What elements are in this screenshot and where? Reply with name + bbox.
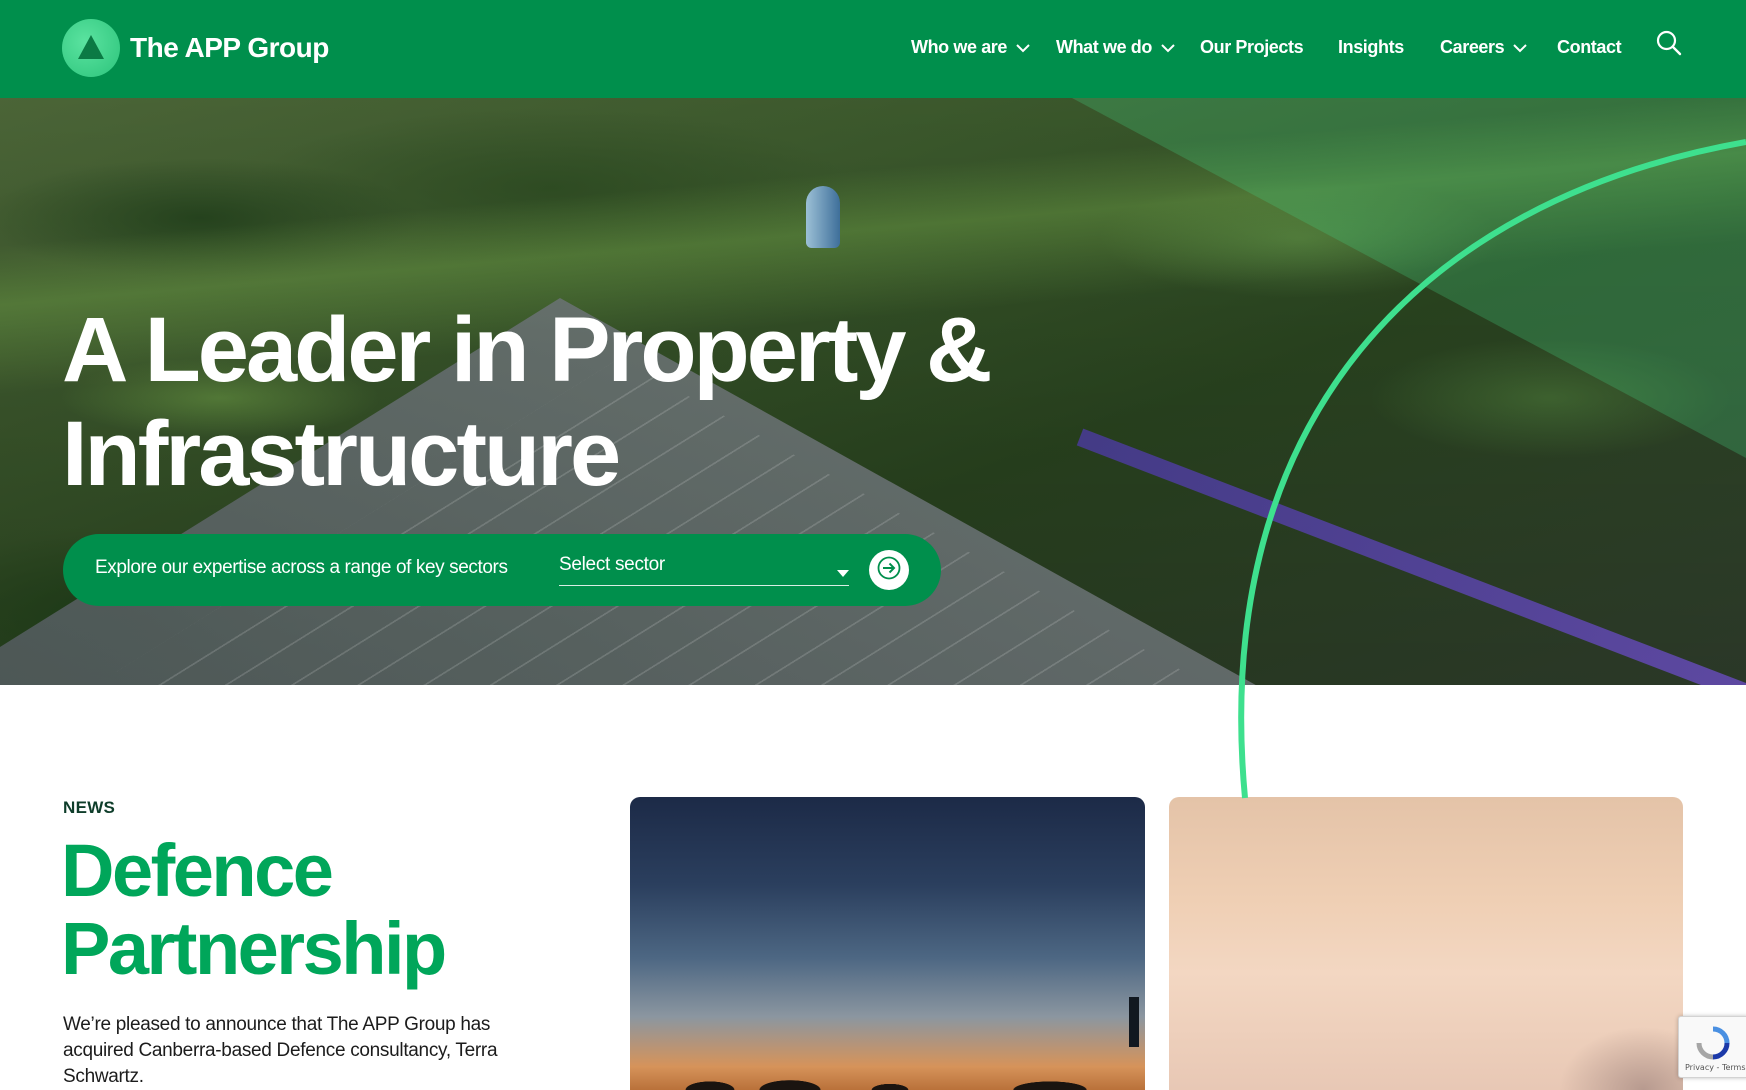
news-title-line2: Partnership bbox=[61, 907, 447, 990]
logo-text: The APP Group bbox=[130, 32, 329, 63]
sector-prompt: Explore our expertise across a range of … bbox=[95, 557, 508, 578]
nav-label: What we do bbox=[1056, 37, 1152, 57]
logo[interactable]: The APP Group bbox=[62, 18, 329, 78]
hero-title-line1: A Leader in Property & bbox=[62, 299, 993, 401]
recaptcha-badge[interactable]: Privacy - Terms bbox=[1678, 1016, 1746, 1078]
sector-select[interactable]: Select sector bbox=[559, 550, 849, 586]
arrow-right-icon bbox=[877, 556, 901, 585]
nav-insights[interactable]: Insights bbox=[1338, 37, 1404, 58]
nav-label: Contact bbox=[1557, 37, 1622, 57]
news-card-image-sky[interactable] bbox=[1169, 797, 1683, 1090]
nav-label: Careers bbox=[1440, 37, 1505, 57]
nav-careers[interactable]: Careers bbox=[1440, 37, 1527, 58]
tree-silhouette bbox=[630, 1056, 1145, 1090]
recaptcha-text[interactable]: Privacy - Terms bbox=[1685, 1063, 1746, 1072]
chevron-down-icon bbox=[1161, 37, 1175, 58]
sector-go-button[interactable] bbox=[869, 550, 909, 590]
logo-mark-icon bbox=[62, 19, 120, 77]
sector-selector-bar: Explore our expertise across a range of … bbox=[63, 534, 941, 606]
news-body: We’re pleased to announce that The APP G… bbox=[63, 1014, 498, 1087]
recaptcha-icon bbox=[1695, 1025, 1731, 1066]
hero-title-line2: Infrastructure bbox=[62, 403, 621, 505]
caret-down-icon bbox=[837, 564, 849, 582]
nav-label: Who we are bbox=[911, 37, 1008, 57]
news-eyebrow: NEWS bbox=[63, 798, 116, 817]
nav-label: Our Projects bbox=[1200, 37, 1304, 57]
cloud-shape bbox=[1503, 950, 1683, 1090]
crane-silhouette bbox=[1129, 997, 1139, 1047]
search-icon[interactable] bbox=[1656, 30, 1682, 61]
news-title[interactable]: Defence Partnership bbox=[61, 832, 621, 988]
nav-who-we-are[interactable]: Who we are bbox=[911, 37, 1030, 58]
hero-title: A Leader in Property & Infrastructure bbox=[62, 298, 1162, 506]
nav-our-projects[interactable]: Our Projects bbox=[1200, 37, 1304, 58]
news-title-line1: Defence bbox=[61, 829, 334, 912]
site-header: The APP Group Who we are What we do Our … bbox=[0, 0, 1746, 98]
vent-tower-image bbox=[806, 186, 840, 248]
news-card-image-sunset[interactable] bbox=[630, 797, 1145, 1090]
sector-select-value: Select sector bbox=[559, 554, 665, 575]
nav-label: Insights bbox=[1338, 37, 1404, 57]
nav-contact[interactable]: Contact bbox=[1557, 37, 1622, 58]
chevron-down-icon bbox=[1016, 37, 1030, 58]
hero-banner: A Leader in Property & Infrastructure Ex… bbox=[0, 98, 1746, 685]
chevron-down-icon bbox=[1513, 37, 1527, 58]
nav-what-we-do[interactable]: What we do bbox=[1056, 37, 1175, 58]
